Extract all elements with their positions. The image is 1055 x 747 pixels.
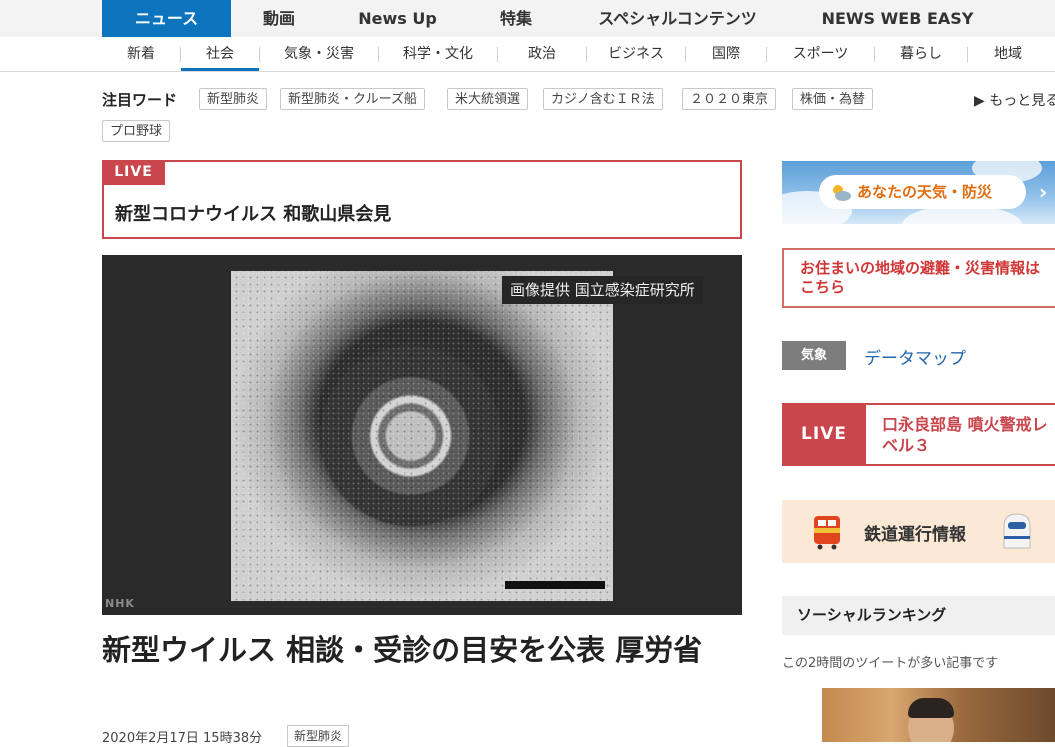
live-volcano-title: 口永良部島 噴火警戒レベル３ (882, 415, 1048, 455)
bullet-train-icon (1003, 513, 1031, 549)
article-topic-tag[interactable]: 新型肺炎 (287, 725, 350, 747)
attention-word-chip[interactable]: 新型肺炎 (199, 88, 268, 110)
attention-word-chip[interactable]: 新型肺炎・クルーズ船 (280, 88, 425, 110)
live-stream-banner[interactable]: LIVE 新型コロナウイルス 和歌山県会見 (102, 160, 742, 239)
category-weather-disaster[interactable]: 気象・災害 (260, 37, 378, 71)
tab-news-up[interactable]: News Up (345, 0, 450, 37)
weather-category-tag: 気象 (782, 341, 846, 370)
category-sports[interactable]: スポーツ (767, 37, 874, 71)
train-icon (814, 516, 840, 550)
attention-word-chip[interactable]: ２０２０東京 (682, 88, 777, 110)
attention-words-label: 注目ワード (102, 91, 178, 109)
social-ranking-heading: ソーシャルランキング (782, 596, 1055, 635)
weather-banner-label: あなたの天気・防災 (819, 175, 1026, 209)
weather-disaster-banner[interactable]: あなたの天気・防災 › (782, 161, 1055, 224)
nhk-watermark: NHK (105, 597, 135, 610)
article-title: 新型ウイルス 相談・受診の目安を公表 厚労省 (102, 633, 703, 667)
scale-bar (505, 581, 605, 589)
attention-word-chip[interactable]: プロ野球 (102, 120, 171, 142)
category-science-culture[interactable]: 科学・文化 (379, 37, 497, 71)
tab-news-web-easy[interactable]: NEWS WEB EASY (810, 0, 985, 37)
tab-news[interactable]: ニュース (102, 0, 231, 37)
evacuation-info-text: お住まいの地域の避難・災害情報はこちら (800, 259, 1041, 296)
tab-video[interactable]: 動画 (248, 0, 310, 37)
top-navigation: ニュース 動画 News Up 特集 スペシャルコンテンツ NEWS WEB E… (0, 0, 1055, 37)
category-new[interactable]: 新着 (102, 37, 180, 71)
ranking-article-thumbnail[interactable] (822, 688, 1055, 742)
category-international[interactable]: 国際 (686, 37, 766, 71)
category-region[interactable]: 地域 (968, 37, 1048, 71)
evacuation-info-link[interactable]: お住まいの地域の避難・災害情報はこちら (782, 248, 1055, 308)
tab-special-contents[interactable]: スペシャルコンテンツ (585, 0, 770, 37)
attention-word-chip[interactable]: カジノ含むＩＲ法 (543, 88, 663, 110)
tab-special[interactable]: 特集 (485, 0, 547, 37)
live-badge: LIVE (782, 403, 866, 466)
live-volcano-banner[interactable]: LIVE 口永良部島 噴火警戒レベル３ (782, 403, 1055, 466)
more-words-link[interactable]: ▶ もっと見る (974, 90, 1055, 110)
category-life[interactable]: 暮らし (875, 37, 967, 71)
train-info-banner[interactable]: 鉄道運行情報 (782, 500, 1055, 563)
sun-cloud-icon (833, 185, 851, 201)
chevron-right-icon: › (1039, 180, 1048, 204)
attention-word-chip[interactable]: 株価・為替 (792, 88, 874, 110)
category-business[interactable]: ビジネス (587, 37, 685, 71)
attention-word-chip[interactable]: 米大統領選 (447, 88, 529, 110)
data-map-link[interactable]: データマップ (864, 344, 966, 369)
category-politics[interactable]: 政治 (498, 37, 586, 71)
article-date: 2020年2月17日 15時38分 (102, 731, 263, 746)
virus-micrograph-image (231, 271, 613, 601)
social-ranking-subtext: この2時間のツイートが多い記事です (782, 656, 999, 671)
train-info-label: 鉄道運行情報 (864, 525, 966, 545)
category-society[interactable]: 社会 (181, 37, 259, 71)
article-hero-image: 画像提供 国立感染症研究所 NHK (102, 255, 742, 615)
live-badge: LIVE (102, 160, 165, 185)
live-stream-title: 新型コロナウイルス 和歌山県会見 (115, 204, 392, 225)
category-navigation: 新着 社会 気象・災害 科学・文化 政治 ビジネス 国際 スポーツ 暮らし 地域 (0, 37, 1055, 72)
image-credit-caption: 画像提供 国立感染症研究所 (502, 276, 703, 304)
